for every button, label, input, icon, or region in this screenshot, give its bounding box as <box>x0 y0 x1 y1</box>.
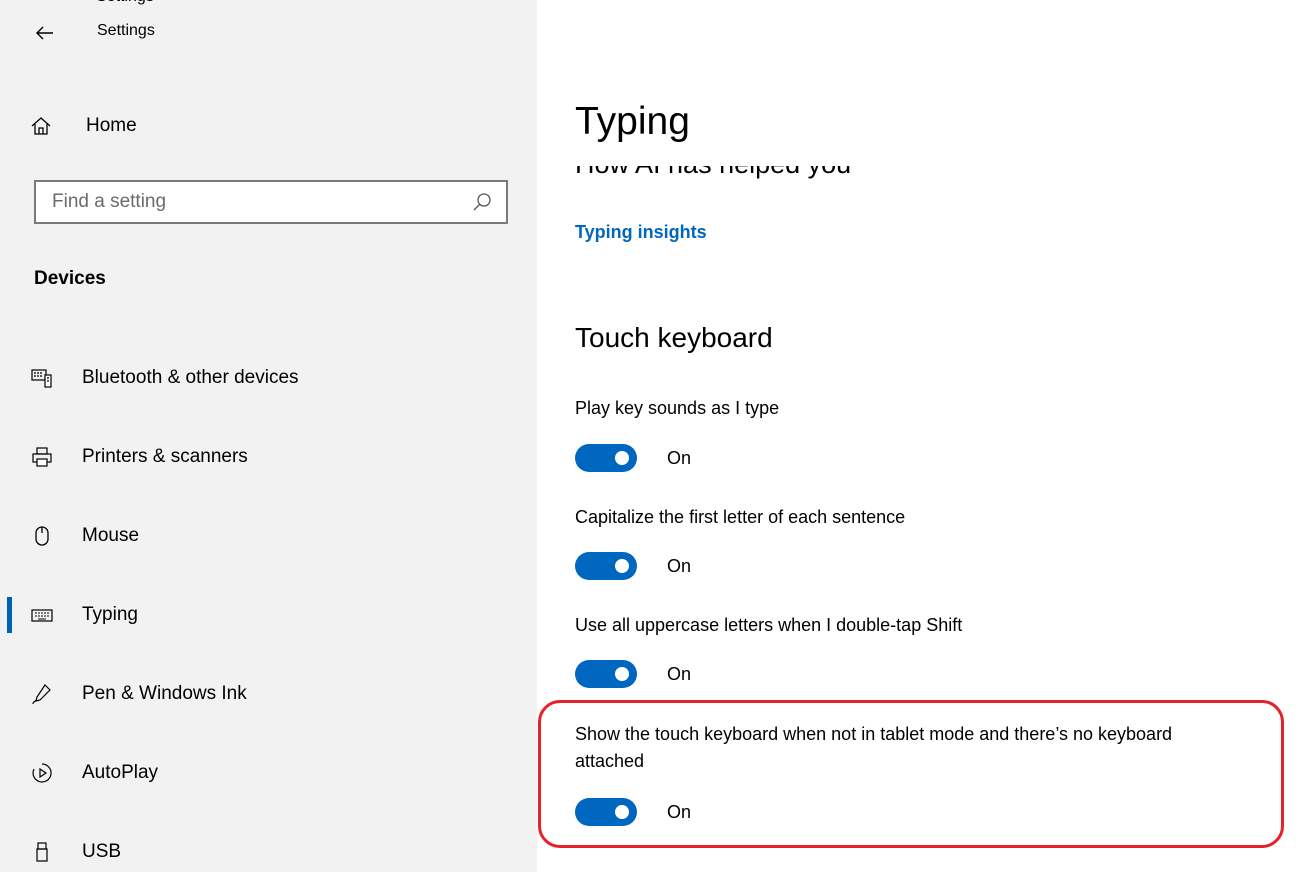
sidebar-item-pen[interactable]: Pen & Windows Ink <box>0 666 537 722</box>
sidebar-item-printers[interactable]: Printers & scanners <box>0 429 537 485</box>
toggle-state-label: On <box>667 447 692 468</box>
capitalize-toggle[interactable] <box>575 552 637 580</box>
uppercase-toggle[interactable] <box>575 660 637 688</box>
page-title: Typing <box>575 100 690 143</box>
toggle-state-label: On <box>667 555 692 576</box>
back-button[interactable] <box>30 18 60 48</box>
autoplay-icon <box>30 761 54 785</box>
sidebar-item-autoplay[interactable]: AutoPlay <box>0 745 537 801</box>
typing-insights-link[interactable]: Typing insights <box>575 222 707 243</box>
bluetooth-devices-icon <box>30 366 54 390</box>
setting-capitalize-label: Capitalize the first letter of each sent… <box>575 507 906 527</box>
cropped-title-text: Settings <box>0 0 537 6</box>
back-arrow-icon <box>36 26 53 40</box>
toggle-state-label: On <box>667 663 692 684</box>
sidebar-item-label: Typing <box>82 604 138 625</box>
setting-uppercase: On <box>575 660 691 688</box>
sidebar: Settings Settings Home Devices <box>0 0 537 872</box>
sidebar-item-mouse[interactable]: Mouse <box>0 508 537 564</box>
home-label: Home <box>86 115 137 136</box>
search-box[interactable] <box>34 180 508 224</box>
search-icon[interactable] <box>472 192 492 212</box>
home-icon <box>30 115 56 137</box>
nav-home[interactable]: Home <box>30 106 510 146</box>
setting-capitalize: On <box>575 552 691 580</box>
keyboard-icon <box>30 603 54 627</box>
selection-indicator <box>7 597 12 633</box>
sidebar-item-usb[interactable]: USB <box>0 824 537 872</box>
pen-icon <box>30 682 54 706</box>
toggle-knob <box>615 667 629 681</box>
usb-icon <box>30 840 54 864</box>
setting-key-sounds: On <box>575 444 691 472</box>
partial-heading: How AI has helped you <box>575 166 1275 186</box>
search-input[interactable] <box>52 191 472 213</box>
highlight-annotation <box>538 700 1284 848</box>
printer-icon <box>30 445 54 469</box>
app-title: Settings <box>97 22 155 39</box>
sidebar-item-label: Mouse <box>82 525 140 546</box>
sidebar-item-label: Printers & scanners <box>82 446 248 467</box>
sidebar-item-label: Pen & Windows Ink <box>82 683 247 704</box>
setting-uppercase-label: Use all uppercase letters when I double-… <box>575 615 963 635</box>
sidebar-item-bluetooth[interactable]: Bluetooth & other devices <box>0 350 537 406</box>
setting-key-sounds-label: Play key sounds as I type <box>575 398 780 418</box>
section-title: Devices <box>34 268 106 289</box>
toggle-knob <box>615 451 629 465</box>
sidebar-item-label: Bluetooth & other devices <box>82 367 299 388</box>
sidebar-item-label: AutoPlay <box>82 762 159 783</box>
toggle-knob <box>615 559 629 573</box>
mouse-icon <box>30 524 54 548</box>
sidebar-item-label: USB <box>82 841 122 862</box>
touch-keyboard-heading: Touch keyboard <box>575 322 773 353</box>
sidebar-item-typing[interactable]: Typing <box>0 587 537 643</box>
key-sounds-toggle[interactable] <box>575 444 637 472</box>
